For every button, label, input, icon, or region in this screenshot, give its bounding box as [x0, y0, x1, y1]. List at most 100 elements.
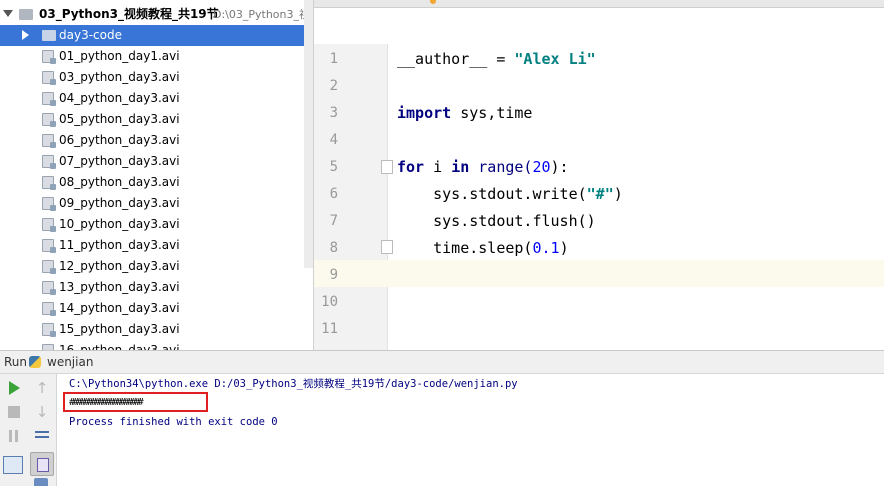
tree-file-item[interactable]: 09_python_day3.avi: [0, 193, 313, 214]
code-editor[interactable]: 1 2 3 4 5 6 7 8 9 10 11 __author__ = "Al…: [314, 0, 884, 350]
file-name: 04_python_day3.avi: [59, 91, 180, 105]
line-number: 7: [329, 213, 338, 229]
tree-file-item[interactable]: 13_python_day3.avi: [0, 277, 313, 298]
editor-tab-bar[interactable]: [314, 0, 884, 8]
code-line-8[interactable]: time.sleep(0.1): [397, 235, 569, 262]
tree-file-item[interactable]: 10_python_day3.avi: [0, 214, 313, 235]
arrow-down-icon[interactable]: ↓: [32, 402, 52, 422]
code-line-7[interactable]: sys.stdout.flush(): [397, 208, 596, 235]
console-exit-message: Process finished with exit code 0: [69, 416, 278, 428]
video-file-icon: [42, 239, 56, 253]
line-number: 5: [329, 159, 338, 175]
line-number: 1: [329, 51, 338, 67]
file-name: 15_python_day3.avi: [59, 322, 180, 336]
video-file-icon: [42, 155, 56, 169]
code-line-6[interactable]: sys.stdout.write("#"): [397, 181, 623, 208]
line-number: 11: [321, 321, 338, 337]
code-token: sys.stdout.write(: [397, 185, 587, 203]
fold-marker-icon[interactable]: [381, 160, 393, 174]
video-file-icon: [42, 50, 56, 64]
code-token: sys.stdout.flush(): [397, 212, 596, 230]
tree-file-item[interactable]: 07_python_day3.avi: [0, 151, 313, 172]
fold-marker-icon[interactable]: [381, 240, 393, 254]
tree-file-item[interactable]: 14_python_day3.avi: [0, 298, 313, 319]
code-line-3[interactable]: import sys,time: [397, 100, 532, 127]
code-line-5[interactable]: for i in range(20):: [397, 154, 569, 181]
chevron-down-icon[interactable]: [3, 10, 13, 17]
folder-icon: [19, 9, 33, 20]
code-token: ):: [550, 158, 569, 176]
tree-file-item[interactable]: 05_python_day3.avi: [0, 109, 313, 130]
rerun-play-icon[interactable]: [4, 378, 24, 398]
line-number: 10: [321, 294, 338, 310]
tree-file-item[interactable]: 11_python_day3.avi: [0, 235, 313, 256]
code-token: time.sleep(: [397, 239, 533, 257]
python-icon: [29, 356, 41, 368]
current-line-highlight: [388, 260, 884, 287]
video-file-icon: [42, 113, 56, 127]
keyword-token: import: [397, 104, 452, 122]
keyword-token: in: [451, 158, 470, 176]
restore-layout-icon[interactable]: [3, 456, 23, 474]
file-name: 10_python_day3.avi: [59, 217, 180, 231]
code-token: ): [613, 185, 623, 203]
console-command-line: C:\Python34\python.exe D:/03_Python3_视频教…: [69, 378, 518, 390]
file-name: 12_python_day3.avi: [59, 259, 180, 273]
line-number: 4: [329, 132, 338, 148]
project-tree[interactable]: 03_Python3_视频教程_共19节 D:\03_Python3_视 day…: [0, 0, 314, 350]
file-name: 06_python_day3.avi: [59, 133, 180, 147]
active-tab-indicator: [430, 0, 436, 4]
stop-icon[interactable]: [4, 402, 24, 422]
tree-file-item[interactable]: 04_python_day3.avi: [0, 88, 313, 109]
file-name: 14_python_day3.avi: [59, 301, 180, 315]
video-file-icon: [42, 71, 56, 85]
video-file-icon: [42, 176, 56, 190]
code-token: ): [559, 239, 569, 257]
scroll-to-end-icon[interactable]: [30, 452, 54, 476]
video-file-icon: [42, 302, 56, 316]
file-name: 03_python_day3.avi: [59, 70, 180, 84]
video-file-icon: [42, 260, 56, 274]
print-icon[interactable]: [34, 478, 48, 486]
builtin-token: range(: [469, 158, 533, 176]
code-line-1[interactable]: __author__ = "Alex Li": [397, 46, 596, 73]
line-number: 8: [329, 240, 338, 256]
file-name: 16_python_day3.avi: [59, 343, 180, 350]
code-token: __author__: [397, 50, 488, 68]
tree-root-folder[interactable]: 03_Python3_视频教程_共19节 D:\03_Python3_视: [0, 4, 313, 26]
line-number: 6: [329, 186, 338, 202]
number-token: 0.1: [532, 239, 560, 257]
line-number: 3: [329, 105, 338, 121]
root-folder-path: D:\03_Python3_视: [213, 8, 311, 21]
file-name: 13_python_day3.avi: [59, 280, 180, 294]
string-token: "Alex Li": [514, 50, 596, 68]
tree-scrollbar[interactable]: [304, 0, 313, 268]
video-file-icon: [42, 323, 56, 337]
folder-icon: [42, 30, 56, 41]
code-token: i: [424, 158, 452, 176]
console-output-line: ####################: [69, 397, 144, 408]
file-name: 08_python_day3.avi: [59, 175, 180, 189]
line-number: 9: [329, 267, 338, 283]
soft-wrap-icon[interactable]: [32, 426, 52, 446]
line-number: 2: [329, 78, 338, 94]
tree-file-item[interactable]: 01_python_day1.avi: [0, 46, 313, 67]
pause-icon[interactable]: [4, 426, 24, 446]
chevron-right-icon[interactable]: [22, 30, 29, 40]
tree-file-item[interactable]: 08_python_day3.avi: [0, 172, 313, 193]
tree-item-day3-code[interactable]: day3-code: [0, 25, 313, 46]
keyword-token: for: [397, 158, 425, 176]
tree-file-item[interactable]: 15_python_day3.avi: [0, 319, 313, 340]
folder-name: day3-code: [59, 28, 122, 42]
run-toolbar: ↑ ↓: [0, 374, 57, 486]
arrow-up-icon[interactable]: ↑: [32, 378, 52, 398]
tree-file-item[interactable]: 06_python_day3.avi: [0, 130, 313, 151]
run-config-name[interactable]: wenjian: [47, 355, 93, 369]
run-console[interactable]: C:\Python34\python.exe D:/03_Python3_视频教…: [57, 374, 884, 486]
code-token: =: [487, 50, 515, 68]
tree-file-item[interactable]: 03_python_day3.avi: [0, 67, 313, 88]
tree-file-item[interactable]: 16_python_day3.avi: [0, 340, 313, 350]
file-name: 09_python_day3.avi: [59, 196, 180, 210]
video-file-icon: [42, 281, 56, 295]
tree-file-item[interactable]: 12_python_day3.avi: [0, 256, 313, 277]
